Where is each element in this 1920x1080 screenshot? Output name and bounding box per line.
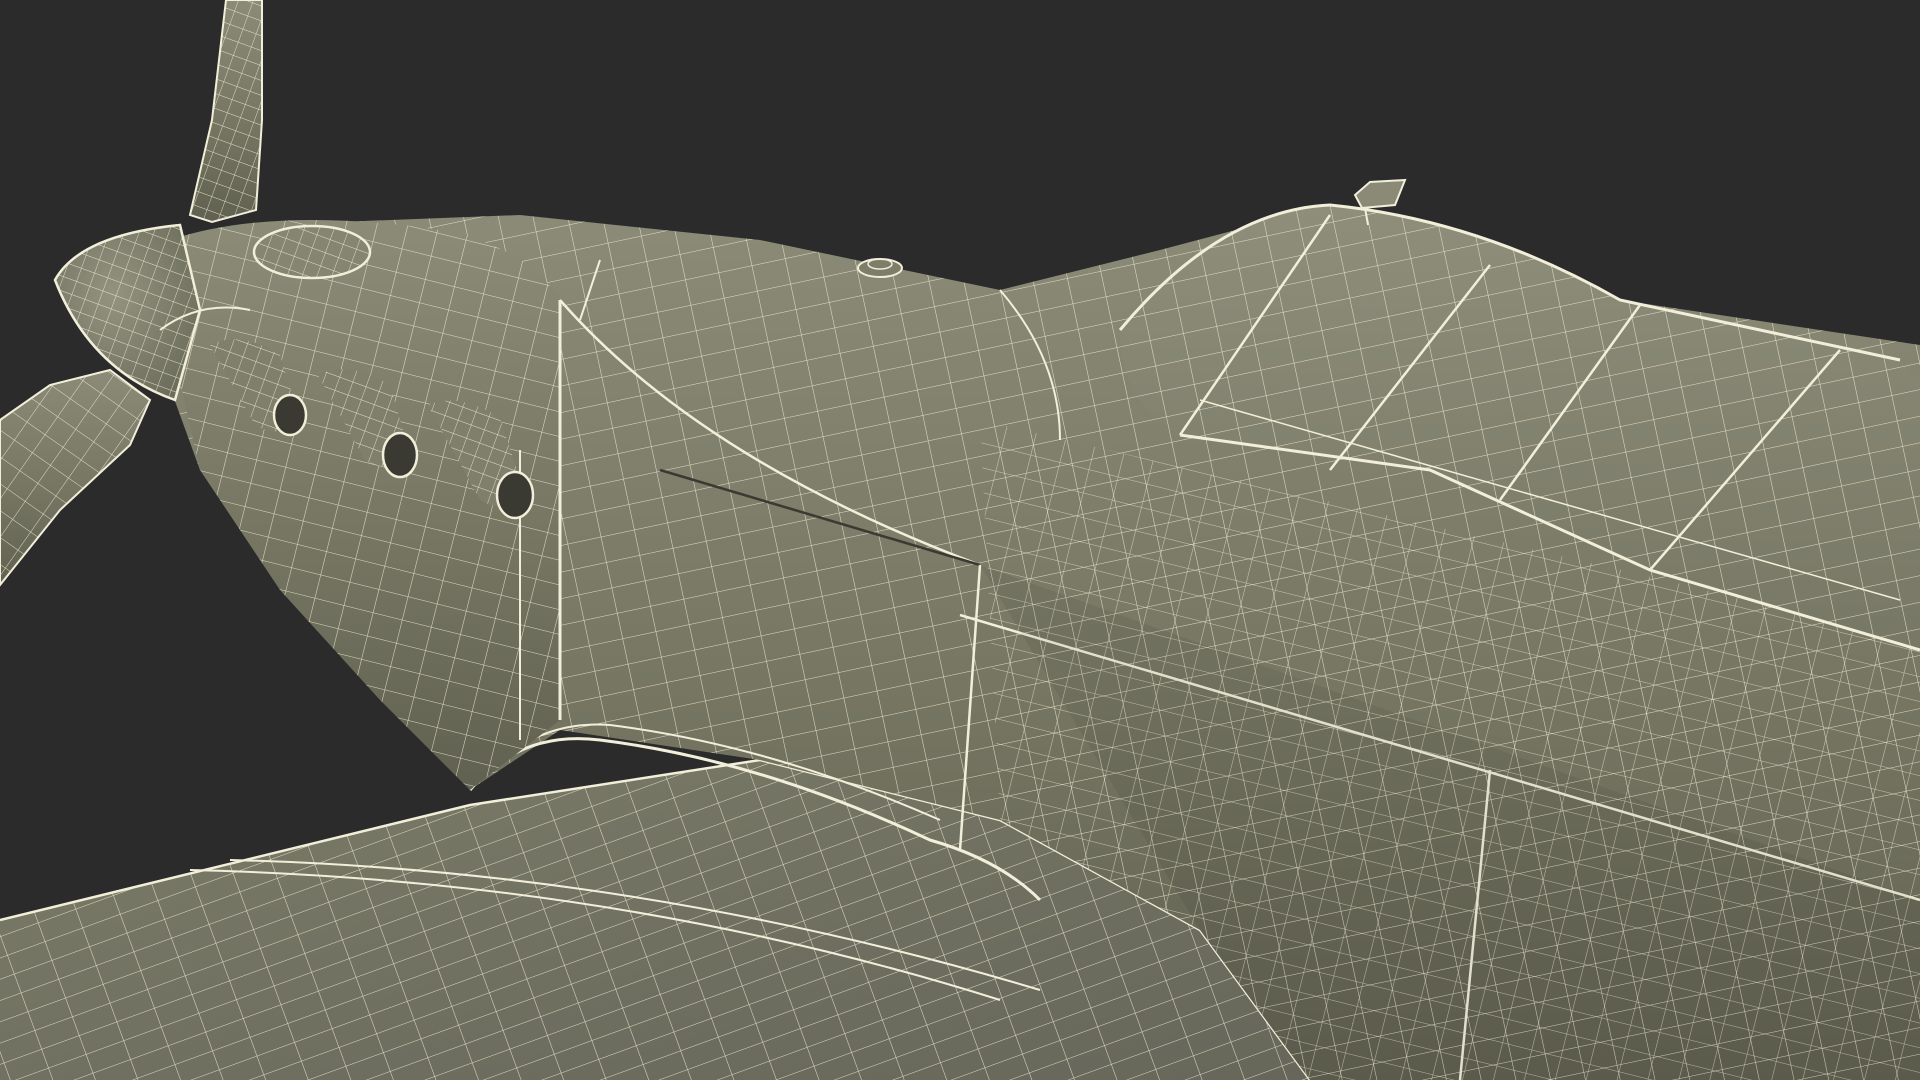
wireframe-render (0, 0, 1920, 1080)
fuel-cap (857, 258, 903, 278)
render-viewport (0, 0, 1920, 1080)
cowling-bulge (252, 224, 372, 280)
